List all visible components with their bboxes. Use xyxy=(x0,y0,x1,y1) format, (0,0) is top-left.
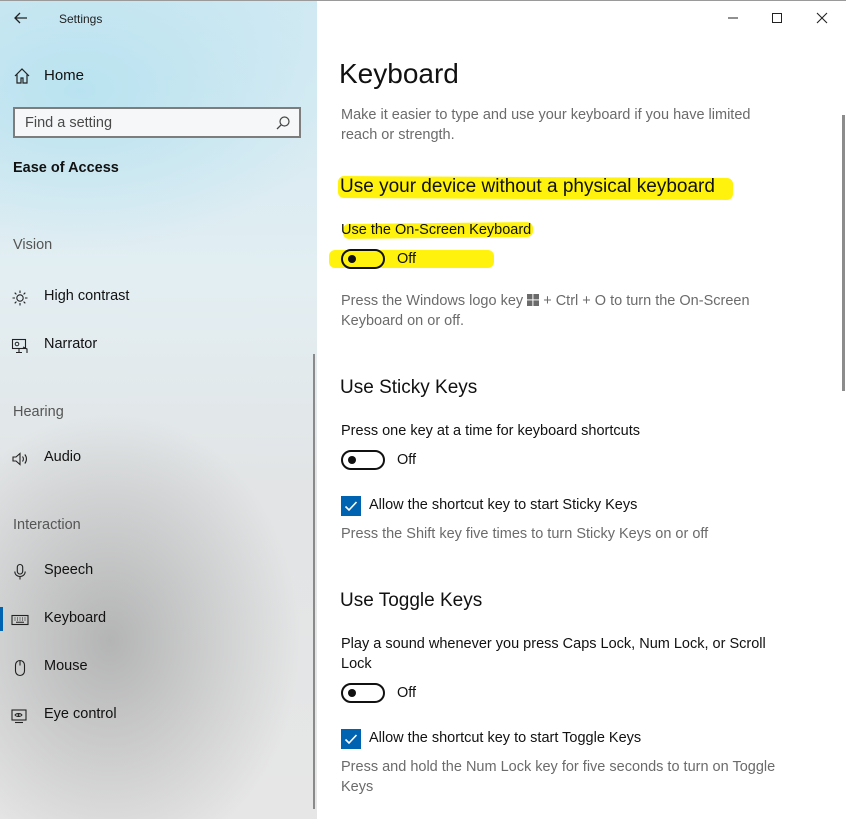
sidebar-item-eye-control[interactable]: Eye control xyxy=(0,695,317,735)
home-label: Home xyxy=(44,67,85,84)
search-box[interactable] xyxy=(13,107,301,138)
home-icon xyxy=(14,68,30,84)
sticky-keys-label: Press one key at a time for keyboard sho… xyxy=(341,423,640,439)
title-bar: Settings xyxy=(0,1,317,35)
home-nav-item[interactable]: Home xyxy=(0,57,317,95)
group-label-vision: Vision xyxy=(13,237,53,253)
toggle-keys-shortcut-checkbox[interactable] xyxy=(341,729,361,749)
toggle-keys-shortcut-label[interactable]: Allow the shortcut key to start Toggle K… xyxy=(369,730,641,746)
sidebar-item-label: Keyboard xyxy=(44,610,107,626)
speaker-icon xyxy=(12,452,27,466)
osk-label: Use the On-Screen Keyboard xyxy=(341,222,532,238)
app-title: Settings xyxy=(59,12,103,26)
toggle-knob xyxy=(348,255,356,263)
toggle-keys-label: Play a sound whenever you press Caps Loc… xyxy=(341,636,766,672)
toggle-keys-hint: Press and hold the Num Lock key for five… xyxy=(341,759,776,795)
sidebar-item-label: Mouse xyxy=(44,658,88,674)
checkmark-icon xyxy=(344,734,358,745)
sticky-keys-toggle-state: Off xyxy=(397,452,417,468)
maximize-button[interactable] xyxy=(755,3,799,33)
osk-hint: Press the Windows logo key + Ctrl + O to… xyxy=(341,291,781,331)
osk-hint-before: Press the Windows logo key xyxy=(341,293,524,309)
osk-toggle[interactable] xyxy=(341,249,385,269)
sidebar-item-label: Audio xyxy=(44,449,82,465)
page-description: Make it easier to type and use your keyb… xyxy=(341,107,751,143)
toggle-knob xyxy=(348,689,356,697)
mouse-icon xyxy=(14,659,26,677)
sticky-keys-shortcut-label[interactable]: Allow the shortcut key to start Sticky K… xyxy=(369,497,637,513)
checkmark-icon xyxy=(344,501,358,512)
sidebar-item-mouse[interactable]: Mouse xyxy=(0,647,317,687)
microphone-icon xyxy=(14,563,26,580)
sidebar-item-speech[interactable]: Speech xyxy=(0,551,317,591)
section-title: Ease of Access xyxy=(13,160,119,176)
brightness-icon xyxy=(12,290,28,306)
sticky-keys-shortcut-checkbox[interactable] xyxy=(341,496,361,516)
close-button[interactable] xyxy=(800,3,844,33)
sticky-keys-hint: Press the Shift key five times to turn S… xyxy=(341,526,709,542)
close-icon xyxy=(816,12,828,24)
sticky-keys-heading: Use Sticky Keys xyxy=(340,377,478,398)
sidebar-item-label: Narrator xyxy=(44,336,98,352)
windows-logo-icon xyxy=(527,294,540,306)
toggle-keys-toggle-state: Off xyxy=(397,685,417,701)
toggle-knob xyxy=(348,456,356,464)
group-label-interaction: Interaction xyxy=(13,517,81,533)
sidebar-item-label: High contrast xyxy=(44,288,130,304)
sticky-keys-toggle[interactable] xyxy=(341,450,385,470)
sidebar-scrollbar[interactable] xyxy=(313,354,315,809)
toggle-keys-toggle[interactable] xyxy=(341,683,385,703)
sidebar-item-narrator[interactable]: Narrator xyxy=(0,325,317,365)
toggle-keys-heading: Use Toggle Keys xyxy=(340,590,483,611)
keyboard-icon xyxy=(11,614,29,626)
eye-control-icon xyxy=(11,709,27,724)
search-icon[interactable] xyxy=(275,115,291,131)
back-button[interactable] xyxy=(8,5,34,31)
osk-heading: Use your device without a physical keybo… xyxy=(340,176,715,197)
minimize-icon xyxy=(728,17,738,19)
sidebar-item-keyboard[interactable]: Keyboard xyxy=(0,599,317,639)
sidebar: Settings Home Ease of Access Vision High… xyxy=(0,1,317,819)
sidebar-item-high-contrast[interactable]: High contrast xyxy=(0,277,317,317)
search-input[interactable] xyxy=(25,112,265,134)
back-arrow-icon xyxy=(14,12,27,24)
narrator-icon xyxy=(11,338,28,354)
page-title: Keyboard xyxy=(339,58,459,89)
osk-toggle-state: Off xyxy=(397,251,417,267)
maximize-icon xyxy=(772,13,782,23)
content-scrollbar[interactable] xyxy=(842,115,845,391)
active-indicator xyxy=(0,607,3,631)
group-label-hearing: Hearing xyxy=(13,404,64,420)
sidebar-item-label: Speech xyxy=(44,562,94,578)
sidebar-item-label: Eye control xyxy=(44,706,117,722)
minimize-button[interactable] xyxy=(711,3,755,33)
sidebar-item-audio[interactable]: Audio xyxy=(0,438,317,478)
